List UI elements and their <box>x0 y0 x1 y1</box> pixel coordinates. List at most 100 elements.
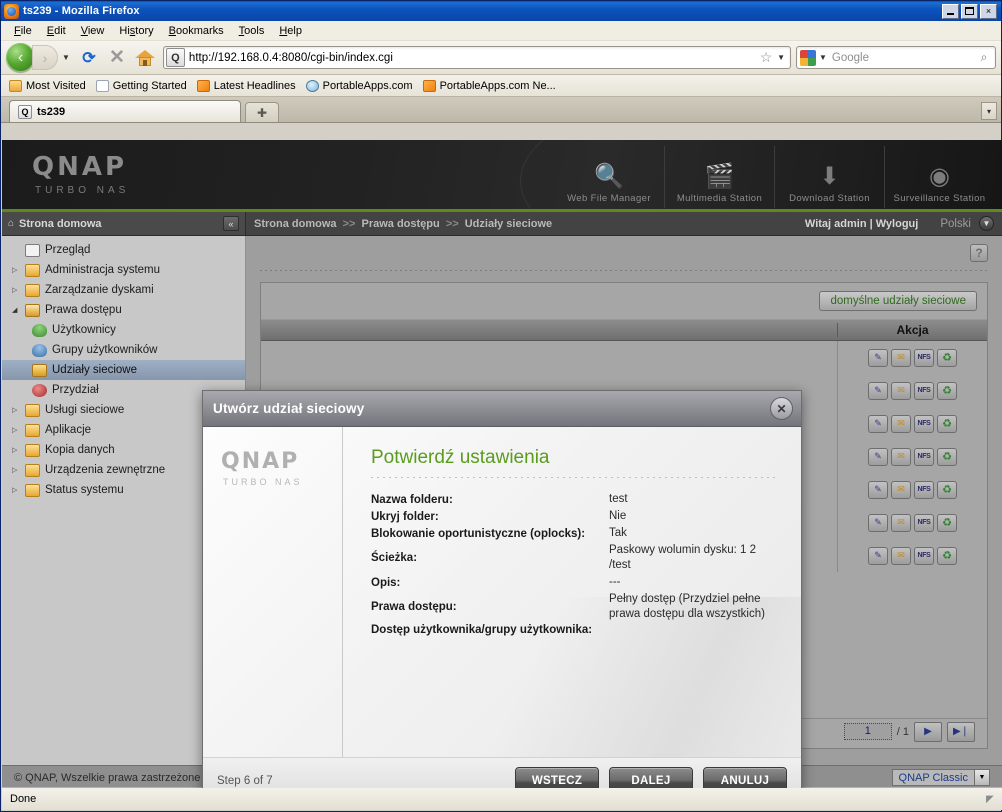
search-icon[interactable]: ⌕ <box>973 50 995 65</box>
bookmark-item[interactable]: Getting Started <box>95 79 187 92</box>
search-engine-dropdown-icon[interactable]: ▼ <box>819 53 827 62</box>
station-web-file-manager[interactable]: 🔍 Web File Manager <box>554 146 664 208</box>
sidebar-item-przeglad[interactable]: Przegląd <box>2 240 245 260</box>
language-dropdown-icon[interactable]: ▼ <box>979 216 994 231</box>
collapse-sidebar-button[interactable]: « <box>223 216 239 231</box>
tree-arrow[interactable]: ▷ <box>12 446 20 454</box>
station-surveillance[interactable]: ◉ Surveillance Station <box>884 146 994 208</box>
cancel-button[interactable]: ANULUJ <box>703 766 787 788</box>
theme-selector[interactable]: QNAP Classic ▼ <box>891 769 990 786</box>
breadcrumb-item-2[interactable]: Udziały sieciowe <box>465 218 552 230</box>
restore-default-shares-button[interactable]: domyślne udziały sieciowe <box>819 291 977 311</box>
last-page-button[interactable]: ▶❘ <box>947 721 975 742</box>
sidebar-item-udzialy-sieciowe[interactable]: Udziały sieciowe <box>2 360 245 380</box>
back-button[interactable]: ‹ <box>6 43 35 72</box>
sidebar-item-prawa-dostepu[interactable]: ◢ Prawa dostępu <box>2 300 245 320</box>
bookmark-item[interactable]: Latest Headlines <box>196 79 296 92</box>
next-button[interactable]: DALEJ <box>609 766 693 788</box>
folder-permission-icon[interactable]: ✉ <box>891 513 911 532</box>
welcome-logout[interactable]: Witaj admin | Wyloguj <box>805 218 918 230</box>
nfs-icon[interactable]: NFS <box>914 414 934 433</box>
menu-edit[interactable]: Edit <box>40 23 73 39</box>
menu-bookmarks[interactable]: Bookmarks <box>162 23 231 39</box>
forward-button[interactable]: › <box>32 45 58 70</box>
edit-icon[interactable]: ✎ <box>868 414 888 433</box>
breadcrumb-item-1[interactable]: Prawa dostępu <box>362 218 440 230</box>
nfs-icon[interactable]: NFS <box>914 348 934 367</box>
search-bar[interactable]: ▼ Google ⌕ <box>796 46 996 69</box>
tab-ts239[interactable]: Q ts239 <box>9 100 241 122</box>
nfs-icon[interactable]: NFS <box>914 447 934 466</box>
bookmark-item[interactable]: PortableApps.com <box>305 79 413 92</box>
folder-permission-icon[interactable]: ✉ <box>891 480 911 499</box>
tree-arrow-expanded[interactable]: ◢ <box>12 306 20 314</box>
url-bar[interactable]: Q ☆ ▼ <box>162 46 791 69</box>
new-tab-button[interactable]: ✚ <box>245 102 279 122</box>
setting-row: Blokowanie oportunistyczne (oplocks): Tak <box>371 526 779 541</box>
refresh-icon[interactable]: ♻ <box>937 513 957 532</box>
bookmark-item[interactable]: Most Visited <box>9 79 86 92</box>
folder-permission-icon[interactable]: ✉ <box>891 546 911 565</box>
folder-permission-icon[interactable]: ✉ <box>891 348 911 367</box>
minimize-button[interactable] <box>942 3 959 19</box>
chevron-down-icon[interactable]: ▼ <box>974 770 989 785</box>
folder-permission-icon[interactable]: ✉ <box>891 447 911 466</box>
nfs-icon[interactable]: NFS <box>914 480 934 499</box>
page-number-input[interactable]: 1 <box>843 723 892 740</box>
menu-view[interactable]: View <box>74 23 112 39</box>
edit-icon[interactable]: ✎ <box>868 381 888 400</box>
nfs-icon[interactable]: NFS <box>914 381 934 400</box>
menu-file[interactable]: File <box>7 23 39 39</box>
stop-icon[interactable]: ✕ <box>104 45 130 71</box>
refresh-icon[interactable]: ♻ <box>937 480 957 499</box>
nfs-icon[interactable]: NFS <box>914 513 934 532</box>
tree-arrow[interactable]: ▷ <box>12 426 20 434</box>
sidebar-item-grupy-uzytkownikow[interactable]: Grupy użytkowników <box>2 340 245 360</box>
edit-icon[interactable]: ✎ <box>868 546 888 565</box>
menu-help[interactable]: Help <box>272 23 309 39</box>
tree-arrow[interactable]: ▷ <box>12 466 20 474</box>
url-dropdown-icon[interactable]: ▼ <box>777 53 790 62</box>
close-icon[interactable]: ✕ <box>770 397 793 420</box>
help-icon[interactable]: ? <box>970 244 988 262</box>
home-icon[interactable] <box>132 45 158 71</box>
refresh-icon[interactable]: ♻ <box>937 381 957 400</box>
refresh-icon[interactable]: ♻ <box>937 546 957 565</box>
nfs-icon[interactable]: NFS <box>914 546 934 565</box>
setting-value: Nie <box>609 510 627 522</box>
status-text: Done <box>10 793 37 805</box>
folder-permission-icon[interactable]: ✉ <box>891 381 911 400</box>
sidebar-item-zarzadzanie-dyskami[interactable]: ▷ Zarządzanie dyskami <box>2 280 245 300</box>
edit-icon[interactable]: ✎ <box>868 447 888 466</box>
maximize-button[interactable] <box>961 3 978 19</box>
breadcrumb-item-0[interactable]: Strona domowa <box>254 218 337 230</box>
edit-icon[interactable]: ✎ <box>868 348 888 367</box>
sidebar-item-uzytkownicy[interactable]: Użytkownicy <box>2 320 245 340</box>
station-download[interactable]: ⬇ Download Station <box>774 146 884 208</box>
back-button[interactable]: WSTECZ <box>515 766 599 788</box>
folder-permission-icon[interactable]: ✉ <box>891 414 911 433</box>
tree-arrow[interactable]: ▷ <box>12 406 20 414</box>
bookmark-item[interactable]: PortableApps.com Ne... <box>422 79 556 92</box>
search-input[interactable]: Google <box>832 52 973 64</box>
station-multimedia[interactable]: 🎬 Multimedia Station <box>664 146 774 208</box>
refresh-icon[interactable]: ♻ <box>937 348 957 367</box>
tree-arrow[interactable]: ▷ <box>12 486 20 494</box>
menu-tools[interactable]: Tools <box>232 23 272 39</box>
refresh-icon[interactable]: ♻ <box>937 447 957 466</box>
bookmark-star-icon[interactable]: ☆ <box>755 49 777 66</box>
tree-arrow[interactable]: ▷ <box>12 286 20 294</box>
tab-list-dropdown-icon[interactable]: ▾ <box>981 102 997 120</box>
tree-arrow[interactable]: ▷ <box>12 266 20 274</box>
reload-icon[interactable]: ⟳ <box>76 45 102 71</box>
next-page-button[interactable]: ▶ <box>914 721 942 742</box>
url-input[interactable] <box>188 51 756 64</box>
close-window-button[interactable]: × <box>980 3 997 19</box>
edit-icon[interactable]: ✎ <box>868 513 888 532</box>
refresh-icon[interactable]: ♻ <box>937 414 957 433</box>
edit-icon[interactable]: ✎ <box>868 480 888 499</box>
history-dropdown-icon[interactable]: ▼ <box>62 53 70 62</box>
sidebar-item-administracja[interactable]: ▷ Administracja systemu <box>2 260 245 280</box>
menu-history[interactable]: History <box>112 23 160 39</box>
resize-grip[interactable]: ◥ <box>986 794 994 805</box>
